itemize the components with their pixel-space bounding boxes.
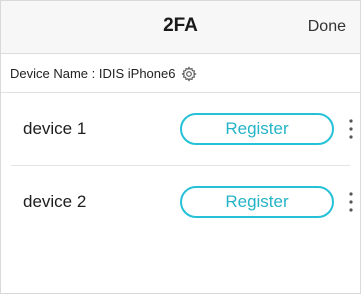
gear-icon[interactable] xyxy=(181,65,198,82)
nav-header: 2FA Done xyxy=(1,1,360,54)
done-button[interactable]: Done xyxy=(308,18,346,36)
device-name: device 1 xyxy=(23,119,87,138)
register-button[interactable]: Register xyxy=(180,186,334,218)
device-row: device 2 Register xyxy=(1,166,360,238)
two-factor-auth-screen: 2FA Done Device Name : IDIS iPhone6 devi… xyxy=(0,0,361,294)
more-vertical-icon[interactable] xyxy=(347,190,355,214)
page-title: 2FA xyxy=(163,15,198,36)
device-name-bar: Device Name : IDIS iPhone6 xyxy=(1,55,360,93)
device-name: device 2 xyxy=(23,192,87,211)
register-button[interactable]: Register xyxy=(180,113,334,145)
device-row: device 1 Register xyxy=(1,93,360,165)
more-vertical-icon[interactable] xyxy=(347,117,355,141)
device-name-label: Device Name : IDIS iPhone6 xyxy=(10,66,176,81)
